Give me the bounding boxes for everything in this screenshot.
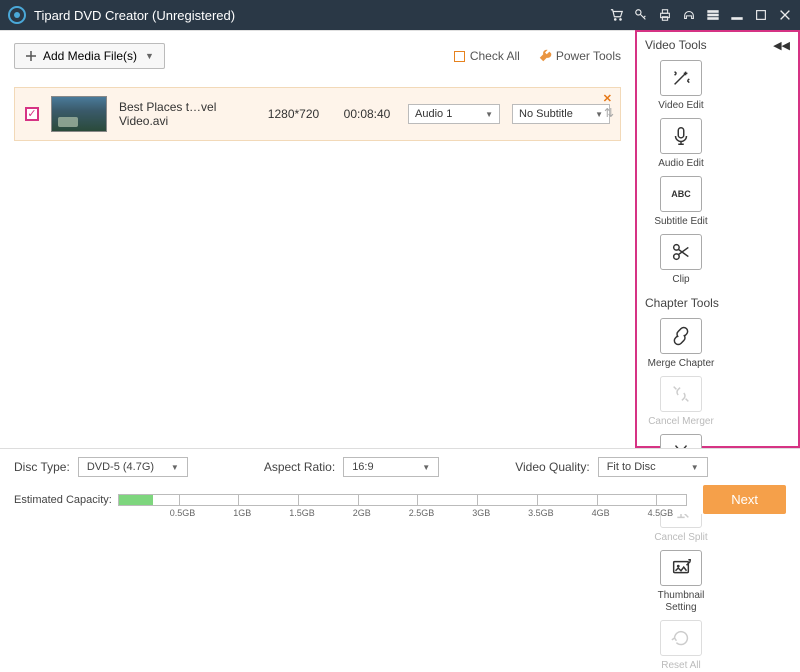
tool-thumbnail-setting[interactable]: Thumbnail Setting (645, 550, 717, 614)
video-quality-value: Fit to Disc (607, 461, 656, 473)
check-all-toggle[interactable]: Check All (454, 49, 520, 63)
next-button[interactable]: Next (703, 485, 786, 514)
aspect-ratio-label: Aspect Ratio: (264, 460, 335, 474)
disc-type-value: DVD-5 (4.7G) (87, 461, 154, 473)
tool-merge-chapter[interactable]: Merge Chapter (645, 318, 717, 370)
footer: Disc Type: DVD-5 (4.7G) ▼ Aspect Ratio: … (0, 448, 800, 514)
tool-reset-all: Reset All (645, 620, 717, 672)
aspect-ratio-select[interactable]: 16:9 ▼ (343, 457, 439, 477)
chevron-down-icon: ▼ (691, 463, 699, 472)
tool-label: Cancel Split (645, 532, 717, 544)
thumbnail-icon (660, 550, 702, 586)
subtitle-select[interactable]: No Subtitle ▼ (512, 104, 610, 124)
window-title: Tipard DVD Creator (Unregistered) (34, 8, 610, 23)
video-tools-heading: Video Tools (645, 38, 707, 52)
chevron-down-icon: ▼ (145, 51, 154, 61)
tool-label: Subtitle Edit (645, 216, 717, 228)
audio-value: Audio 1 (415, 108, 452, 120)
tool-label: Thumbnail Setting (645, 590, 717, 614)
capacity-tick: 1.5GB (298, 494, 299, 506)
cart-icon[interactable] (610, 8, 624, 22)
aspect-ratio-value: 16:9 (352, 461, 373, 473)
link-icon (660, 318, 702, 354)
capacity-tick: 0.5GB (179, 494, 180, 506)
chevron-down-icon: ▼ (485, 110, 493, 119)
chevron-down-icon: ▼ (171, 463, 179, 472)
checkbox-icon (454, 51, 465, 62)
scissors-icon (660, 234, 702, 270)
remove-row-button[interactable]: ✕ (603, 92, 612, 105)
add-media-button[interactable]: Add Media File(s) ▼ (14, 43, 165, 69)
headset-icon[interactable] (682, 8, 696, 22)
link-broken-icon (660, 376, 702, 412)
capacity-tick: 3.5GB (537, 494, 538, 506)
check-icon: ✓ (27, 109, 36, 120)
tools-sidebar: Video Tools ◀◀ Video Edit Audio Edit ABC Su… (635, 30, 800, 448)
audio-select[interactable]: Audio 1 ▼ (408, 104, 500, 124)
tool-label: Merge Chapter (645, 358, 717, 370)
row-checkbox[interactable]: ✓ (25, 107, 39, 121)
capacity-tick: 4GB (597, 494, 598, 506)
collapse-icon[interactable]: ◀◀ (773, 39, 790, 52)
key-icon[interactable] (634, 8, 648, 22)
tool-clip[interactable]: Clip (645, 234, 717, 286)
power-tools-label: Power Tools (556, 49, 621, 63)
reset-icon (660, 620, 702, 656)
main-panel: Add Media File(s) ▼ Check All Power Tool… (0, 30, 635, 448)
media-row[interactable]: ✓ Best Places t…vel Video.avi 1280*720 0… (14, 87, 621, 141)
chapter-tools-heading: Chapter Tools (645, 296, 790, 310)
abc-icon: ABC (660, 176, 702, 212)
wrench-icon (538, 49, 552, 63)
tool-subtitle-edit[interactable]: ABC Subtitle Edit (645, 176, 717, 228)
reorder-handle[interactable]: ⇅ (604, 106, 614, 120)
capacity-tick: 3GB (477, 494, 478, 506)
tool-audio-edit[interactable]: Audio Edit (645, 118, 717, 170)
video-quality-select[interactable]: Fit to Disc ▼ (598, 457, 708, 477)
titlebar: Tipard DVD Creator (Unregistered) (0, 0, 800, 30)
check-all-label: Check All (470, 49, 520, 63)
wand-icon (660, 60, 702, 96)
app-logo-icon (8, 6, 26, 24)
capacity-label: Estimated Capacity: (14, 494, 112, 506)
duration-label: 00:08:40 (338, 107, 396, 121)
capacity-fill (119, 495, 153, 505)
svg-text:ABC: ABC (671, 189, 691, 199)
tool-label: Clip (645, 274, 717, 286)
capacity-tick: 1GB (238, 494, 239, 506)
video-quality-label: Video Quality: (515, 460, 590, 474)
print-icon[interactable] (658, 8, 672, 22)
plus-icon (25, 50, 37, 62)
mic-icon (660, 118, 702, 154)
tool-label: Audio Edit (645, 158, 717, 170)
power-tools-button[interactable]: Power Tools (538, 49, 621, 63)
filename-label: Best Places t…vel Video.avi (119, 100, 249, 128)
minimize-icon[interactable] (730, 8, 744, 22)
capacity-tick: 2GB (358, 494, 359, 506)
disc-type-select[interactable]: DVD-5 (4.7G) ▼ (78, 457, 188, 477)
menu-icon[interactable] (706, 8, 720, 22)
maximize-icon[interactable] (754, 8, 768, 22)
chevron-down-icon: ▼ (422, 463, 430, 472)
resolution-label: 1280*720 (261, 107, 326, 121)
disc-type-label: Disc Type: (14, 460, 70, 474)
tool-video-edit[interactable]: Video Edit (645, 60, 717, 112)
tool-label: Reset All (645, 660, 717, 672)
video-thumbnail[interactable] (51, 96, 107, 132)
tool-label: Video Edit (645, 100, 717, 112)
capacity-tick: 2.5GB (417, 494, 418, 506)
tool-label: Cancel Merger (645, 416, 717, 428)
tool-cancel-merger: Cancel Merger (645, 376, 717, 428)
capacity-bar: 0.5GB 1GB 1.5GB 2GB 2.5GB 3GB 3.5GB 4GB 4.5GB (118, 494, 687, 506)
capacity-tick: 4.5GB (656, 494, 657, 506)
add-media-label: Add Media File(s) (43, 49, 137, 63)
subtitle-value: No Subtitle (519, 108, 573, 120)
chevron-down-icon: ▼ (595, 110, 603, 119)
close-icon[interactable] (778, 8, 792, 22)
